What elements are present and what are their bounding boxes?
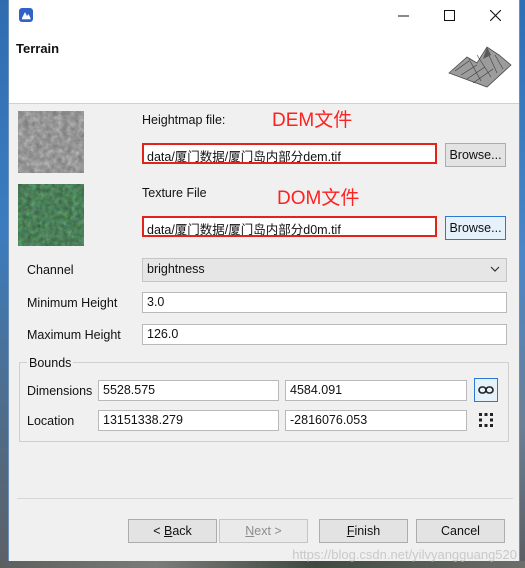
next-button[interactable]: Next > xyxy=(219,519,308,543)
back-button[interactable]: < Back xyxy=(128,519,217,543)
channel-select[interactable]: brightness xyxy=(142,258,507,282)
next-rest: ext > xyxy=(254,524,282,538)
page-title: Terrain xyxy=(16,41,60,56)
texture-preview xyxy=(18,184,84,246)
desktop-background-bottom xyxy=(0,561,525,568)
location-label: Location xyxy=(27,414,75,428)
min-height-label: Minimum Height xyxy=(27,296,118,310)
wizard-header: Terrain xyxy=(9,31,519,104)
close-button[interactable] xyxy=(472,0,518,31)
max-height-label: Maximum Height xyxy=(27,328,121,342)
texture-browse-button[interactable]: Browse... xyxy=(445,216,506,240)
maximize-icon xyxy=(443,10,455,21)
cancel-button[interactable]: Cancel xyxy=(416,519,505,543)
heightmap-browse-button[interactable]: Browse... xyxy=(445,143,506,167)
texture-label: Texture File xyxy=(142,186,207,200)
back-mnemonic: B xyxy=(163,524,173,538)
channel-label: Channel xyxy=(27,263,74,277)
back-rest: ack xyxy=(172,524,192,538)
location-grid-button[interactable] xyxy=(474,408,498,432)
desktop-background-left xyxy=(0,0,8,568)
grid-icon xyxy=(479,413,493,427)
minimize-button[interactable] xyxy=(380,0,426,31)
terrain-preview-icon xyxy=(447,43,513,89)
finish-rest: inish xyxy=(354,524,381,538)
min-height-input[interactable]: 3.0 xyxy=(142,292,507,313)
dom-annotation: DOM文件 xyxy=(277,188,360,209)
heightmap-preview xyxy=(18,111,84,173)
dimensions-label: Dimensions xyxy=(27,384,93,398)
footer-separator xyxy=(17,498,513,499)
dimensions-x-input[interactable]: 5528.575 xyxy=(98,380,279,401)
bounds-title: Bounds xyxy=(27,356,74,370)
title-bar xyxy=(9,0,519,31)
app-icon xyxy=(18,7,34,23)
link-icon xyxy=(478,386,494,394)
heightmap-label: Heightmap file: xyxy=(142,113,226,127)
watermark: https://blog.csdn.net/yilvyangguang520 xyxy=(292,547,517,562)
terrain-dialog: Terrain Heightmap file: DEM文件 data/厦门数据/… xyxy=(8,0,520,561)
channel-value: brightness xyxy=(147,262,205,276)
back-prefix: < xyxy=(153,524,164,538)
finish-button[interactable]: Finish xyxy=(319,519,408,543)
finish-mnemonic: F xyxy=(346,524,355,538)
close-icon xyxy=(489,10,501,21)
chevron-down-icon xyxy=(490,266,500,272)
maximize-button[interactable] xyxy=(426,0,472,31)
link-aspect-button[interactable] xyxy=(474,378,498,402)
next-mnemonic: N xyxy=(245,524,255,538)
location-y-input[interactable]: -2816076.053 xyxy=(285,410,467,431)
location-x-input[interactable]: 13151338.279 xyxy=(98,410,279,431)
dem-annotation: DEM文件 xyxy=(272,110,353,131)
texture-path-field[interactable]: data/厦门数据/厦门岛内部分d0m.tif xyxy=(142,216,437,237)
heightmap-path-field[interactable]: data/厦门数据/厦门岛内部分dem.tif xyxy=(142,143,437,164)
max-height-input[interactable]: 126.0 xyxy=(142,324,507,345)
minimize-icon xyxy=(397,15,409,17)
dimensions-y-input[interactable]: 4584.091 xyxy=(285,380,467,401)
